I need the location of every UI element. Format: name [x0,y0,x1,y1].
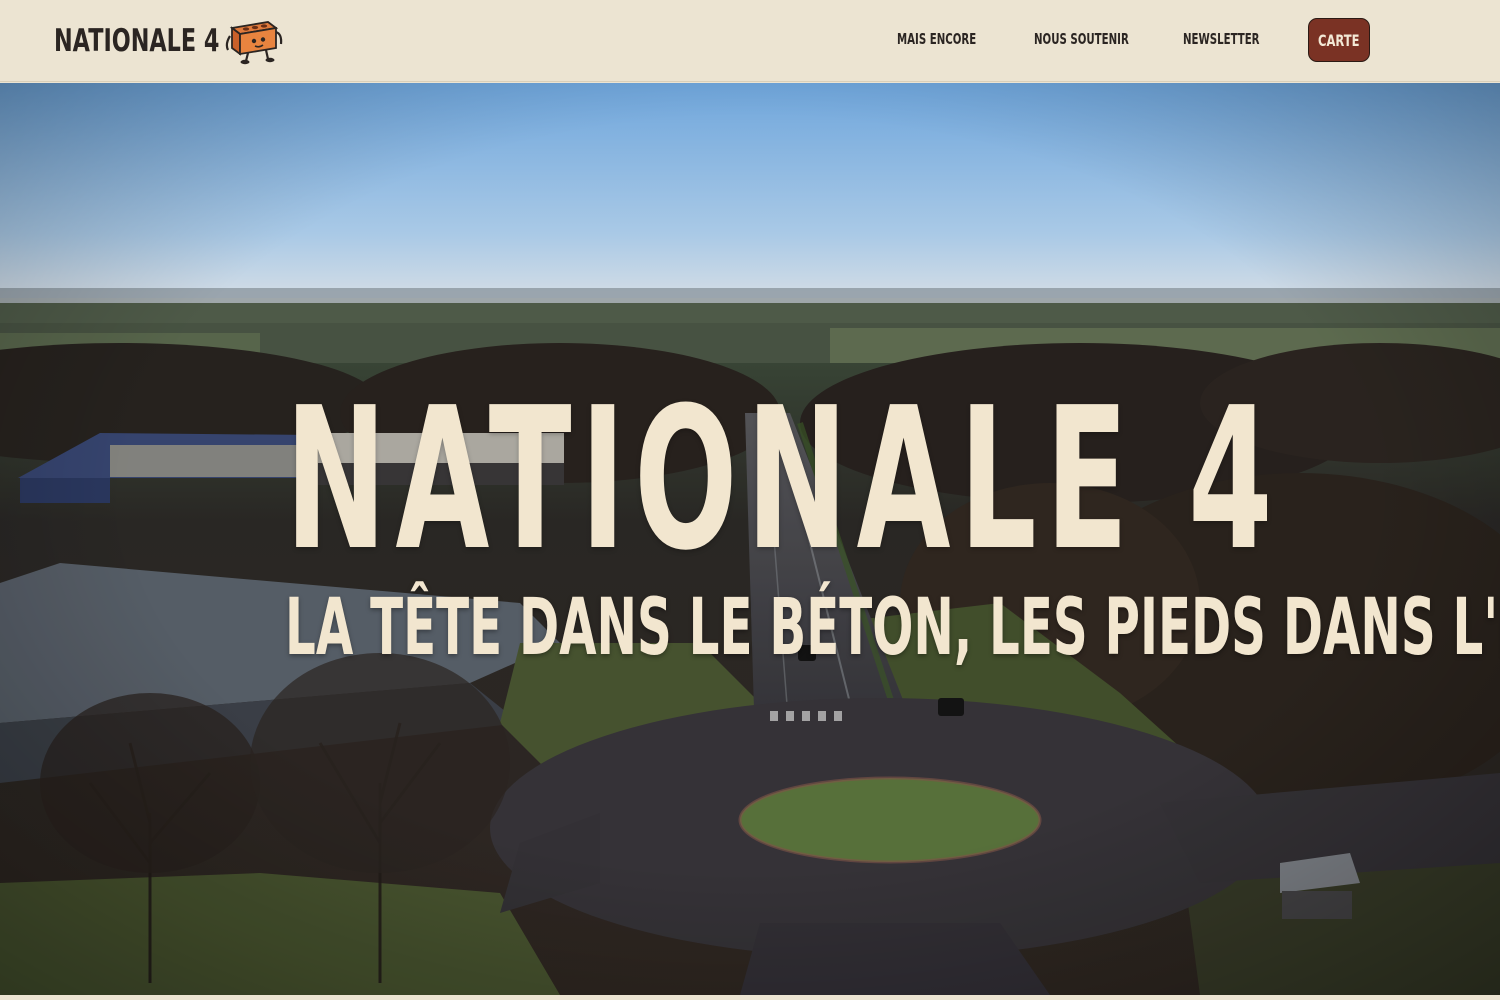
hero-subtitle: LA TÊTE DANS LE BÉTON, LES PIEDS DANS L'… [285,582,1500,673]
carte-button[interactable]: CARTE [1308,18,1370,62]
brand-logo-link[interactable]: NATIONALE 4 [54,18,283,65]
hero-section: NATIONALE 4 LA TÊTE DANS LE BÉTON, LES P… [0,83,1500,995]
page-bottom-edge [0,995,1500,1000]
brand-name: NATIONALE 4 [54,23,220,59]
hero-title: NATIONALE 4 [285,366,1282,595]
carte-button-label: CARTE [1318,30,1360,50]
nav-link-mais-encore[interactable]: MAIS ENCORE [897,30,976,48]
page: NATIONALE 4 MAIS ENCORE NOUS SOUTENIR NE… [0,0,1500,1000]
nav-link-newsletter[interactable]: NEWSLETTER [1183,30,1260,48]
site-header: NATIONALE 4 MAIS ENCORE NOUS SOUTENIR NE… [0,0,1500,82]
brick-mascot-icon [225,21,283,65]
nav-link-nous-soutenir[interactable]: NOUS SOUTENIR [1034,30,1129,48]
